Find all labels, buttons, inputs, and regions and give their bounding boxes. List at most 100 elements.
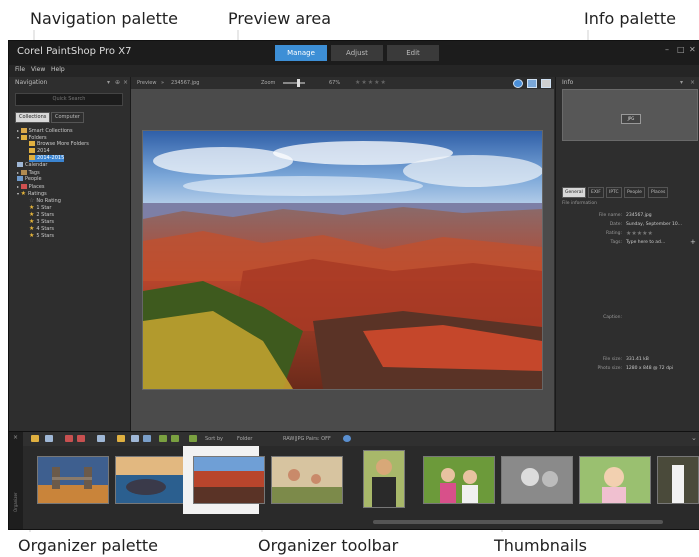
thumbnail-kids[interactable] bbox=[423, 456, 495, 504]
tree-2-stars[interactable]: ★ 2 Stars bbox=[29, 211, 54, 218]
preview-area: Preview » 234567.jpg Zoom 67% ★★★★★ bbox=[131, 77, 554, 431]
tree-4-stars[interactable]: ★ 4 Stars bbox=[29, 225, 54, 232]
thumbnail-family[interactable] bbox=[271, 456, 343, 504]
tab-edit[interactable]: Edit bbox=[387, 45, 439, 61]
rotate-right-icon[interactable] bbox=[171, 435, 179, 442]
organizer-side-label: Organizer bbox=[13, 492, 18, 512]
globe-icon[interactable] bbox=[513, 79, 523, 88]
tab-places[interactable]: Places bbox=[648, 187, 669, 198]
preview-toolbar: Preview » 234567.jpg Zoom 67% ★★★★★ bbox=[131, 77, 554, 89]
minimize-icon[interactable]: – bbox=[665, 45, 669, 54]
tab-general[interactable]: General bbox=[562, 187, 586, 198]
tree-3-stars[interactable]: ★ 3 Stars bbox=[29, 218, 54, 225]
tree-folder-2014-2015[interactable]: 2014-2015 bbox=[29, 155, 65, 162]
preview-image bbox=[142, 130, 543, 390]
tab-computer[interactable]: Computer bbox=[51, 112, 84, 123]
sort-by-select[interactable]: Folder bbox=[237, 436, 252, 442]
star-icon: ★ bbox=[20, 190, 26, 197]
menu-view[interactable]: View bbox=[31, 66, 45, 73]
expand-icon: » bbox=[161, 80, 165, 86]
tab-iptc[interactable]: IPTC bbox=[606, 187, 622, 198]
globe-icon[interactable] bbox=[343, 435, 351, 442]
quick-search-input[interactable]: Quick Search bbox=[15, 93, 123, 106]
sort-by-label: Sort by bbox=[205, 436, 223, 442]
tree-folder-2014[interactable]: 2014 bbox=[29, 148, 50, 155]
tree-5-stars[interactable]: ★ 5 Stars bbox=[29, 232, 54, 239]
thumbnail-seascape[interactable] bbox=[115, 456, 187, 504]
folder-icon[interactable] bbox=[117, 435, 125, 442]
folder-icon bbox=[29, 148, 35, 153]
tab-adjust[interactable]: Adjust bbox=[331, 45, 383, 61]
full-screen-icon[interactable] bbox=[527, 79, 537, 88]
tree-calendar[interactable]: Calendar bbox=[17, 162, 47, 169]
preview-filename: 234567.jpg bbox=[171, 80, 200, 86]
thumbnail-grand-canyon[interactable] bbox=[193, 456, 265, 504]
tree-no-rating[interactable]: ☆ No Rating bbox=[29, 197, 61, 204]
title-bar: Corel PaintShop Pro X7 Manage Adjust Edi… bbox=[9, 41, 699, 65]
photo-size-value: 1280 x 848 @ 72 dpi bbox=[626, 366, 674, 371]
expand-icon: ▸ bbox=[17, 184, 20, 189]
close-icon[interactable]: ✕ bbox=[689, 45, 696, 54]
thumbnail-view-icon[interactable] bbox=[541, 79, 551, 88]
share-icon[interactable] bbox=[97, 435, 105, 442]
navigation-title: Navigation bbox=[15, 79, 48, 86]
tree-people[interactable]: People bbox=[17, 176, 42, 183]
select-all-icon[interactable] bbox=[31, 435, 39, 442]
tab-collections[interactable]: Collections bbox=[15, 112, 51, 123]
tree-places[interactable]: ▸ Places bbox=[17, 183, 45, 190]
rating-stars-value[interactable]: ★★★★★ bbox=[626, 230, 653, 237]
thumbnail-baby[interactable] bbox=[579, 456, 651, 504]
rating-label: Rating: bbox=[605, 231, 622, 236]
tags-label: Tags: bbox=[610, 240, 622, 245]
navigation-palette: Navigation ▾ ⊕ × Quick Search Collection… bbox=[9, 77, 131, 431]
file-size-label: File size: bbox=[602, 357, 622, 362]
tab-people[interactable]: People bbox=[624, 187, 645, 198]
pin-icon[interactable]: ▾ bbox=[680, 79, 683, 86]
rotate-left-icon[interactable] bbox=[159, 435, 167, 442]
tree-ratings[interactable]: ▾ ★ Ratings bbox=[17, 190, 47, 197]
zoom-slider[interactable] bbox=[283, 79, 305, 87]
tree-folders[interactable]: ▾ Folders bbox=[17, 134, 47, 141]
organizer-palette: × Organizer Sort by Folder RAW|JPG Pairs… bbox=[9, 431, 699, 529]
tree-1-star[interactable]: ★ 1 Star bbox=[29, 204, 51, 211]
info-preview: JPG bbox=[562, 89, 698, 141]
batch-icon[interactable] bbox=[143, 435, 151, 442]
expand-icon: ▸ bbox=[17, 128, 20, 133]
thumbnail-black-white[interactable] bbox=[501, 456, 573, 504]
dock-icon[interactable]: ⊕ bbox=[115, 79, 120, 86]
delete-icon[interactable] bbox=[65, 435, 73, 442]
tag-icon bbox=[20, 170, 27, 175]
file-name-value: 234567.jpg bbox=[626, 213, 652, 218]
close-panel-icon[interactable]: × bbox=[690, 79, 695, 86]
remove-icon[interactable] bbox=[77, 435, 85, 442]
fix-icon[interactable] bbox=[189, 435, 197, 442]
canyon-photo bbox=[143, 131, 542, 389]
menu-file[interactable]: File bbox=[15, 66, 25, 73]
chevron-down-icon[interactable]: ⌄ bbox=[691, 434, 697, 442]
tree-browse-more-folders[interactable]: Browse More Folders bbox=[29, 141, 89, 148]
thumbnail-scrollbar[interactable] bbox=[373, 520, 663, 524]
thumbnail-wedding[interactable] bbox=[657, 456, 699, 504]
thumbnail-photographer[interactable] bbox=[363, 450, 405, 508]
tab-manage[interactable]: Manage bbox=[275, 45, 327, 61]
expand-icon: ▸ bbox=[17, 170, 20, 175]
star-icon: ★ bbox=[29, 211, 35, 218]
folder-icon bbox=[20, 135, 27, 140]
rating-stars[interactable]: ★★★★★ bbox=[355, 79, 387, 86]
add-tag-icon[interactable]: + bbox=[690, 238, 696, 246]
date-label: Date: bbox=[609, 222, 622, 227]
maximize-icon[interactable]: □ bbox=[677, 45, 685, 54]
menu-help[interactable]: Help bbox=[51, 66, 65, 73]
thumbnail-london-bridge[interactable] bbox=[37, 456, 109, 504]
tree-smart-collections[interactable]: ▸ Smart Collections bbox=[17, 127, 73, 134]
view-mode-icon[interactable] bbox=[45, 435, 53, 442]
tags-input[interactable]: Type here to ad... bbox=[626, 240, 665, 245]
tab-exif[interactable]: EXIF bbox=[588, 187, 604, 198]
close-organizer-icon[interactable]: × bbox=[13, 434, 18, 441]
tree-tags[interactable]: ▸ Tags bbox=[17, 169, 40, 176]
raw-jpg-pairs-toggle[interactable]: RAW|JPG Pairs: OFF bbox=[283, 436, 331, 442]
pin-icon[interactable]: ▾ bbox=[107, 79, 110, 86]
close-panel-icon[interactable]: × bbox=[123, 79, 128, 86]
compare-icon[interactable] bbox=[131, 435, 139, 442]
file-information-heading: File information bbox=[562, 201, 597, 206]
